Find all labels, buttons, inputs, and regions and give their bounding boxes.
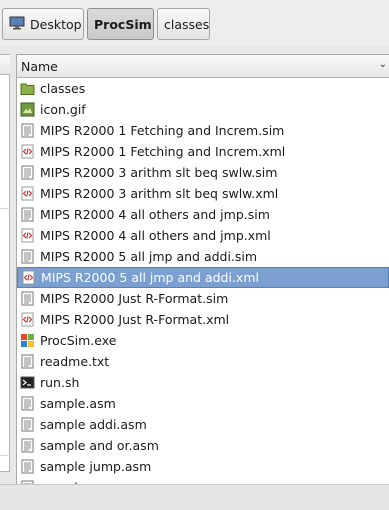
file-row[interactable]: MIPS R2000 5 all jmp and addi.sim	[17, 246, 389, 267]
sidebar-divider	[0, 208, 10, 209]
file-name: sample.asm	[40, 395, 116, 411]
file-name: readme.txt	[40, 353, 110, 369]
file-list[interactable]: Name ⌄ classes icon.gif MIPS R2000 1 Fetch…	[16, 54, 389, 484]
file-name: MIPS R2000 4 all others and jmp.sim	[40, 206, 270, 222]
sidebar-pane[interactable]	[0, 54, 10, 472]
terminal-icon	[20, 375, 35, 390]
folder-icon	[20, 81, 35, 96]
text-file-icon	[20, 417, 35, 432]
text-file-icon	[20, 459, 35, 474]
crumb-label: ProcSim	[94, 16, 152, 32]
file-row[interactable]: MIPS R2000 3 arithm slt beq swlw.sim	[17, 162, 389, 183]
sidebar-divider	[0, 455, 10, 456]
file-name: sample addi.asm	[40, 416, 147, 432]
file-row[interactable]: MIPS R2000 4 all others and jmp.xml	[17, 225, 389, 246]
crumb-desktop[interactable]: Desktop	[2, 8, 84, 40]
text-file-icon	[20, 207, 35, 222]
file-name: MIPS R2000 1 Fetching and Increm.xml	[40, 143, 286, 159]
text-file-icon	[20, 354, 35, 369]
file-row[interactable]: ProcSim.exe	[17, 330, 389, 351]
xml-file-icon	[21, 270, 36, 285]
file-row[interactable]: MIPS R2000 5 all jmp and addi.xml	[17, 267, 389, 288]
file-name: classes	[40, 80, 86, 96]
file-row[interactable]: MIPS R2000 1 Fetching and Increm.xml	[17, 141, 389, 162]
text-file-icon	[20, 123, 35, 138]
file-row[interactable]: sample ...	[17, 477, 389, 484]
file-name: MIPS R2000 5 all jmp and addi.xml	[41, 270, 259, 285]
file-name: MIPS R2000 Just R-Format.xml	[40, 311, 230, 327]
file-row[interactable]: icon.gif	[17, 99, 389, 120]
file-name: sample jump.asm	[40, 458, 152, 474]
text-file-icon	[20, 249, 35, 264]
xml-file-icon	[20, 144, 35, 159]
text-file-icon	[20, 438, 35, 453]
file-name: ProcSim.exe	[40, 332, 117, 348]
file-row[interactable]: run.sh	[17, 372, 389, 393]
xml-file-icon	[20, 186, 35, 201]
column-header-label: Name	[21, 58, 58, 74]
sort-descending-icon: ⌄	[378, 59, 387, 70]
file-row[interactable]: readme.txt	[17, 351, 389, 372]
crumb-classes[interactable]: classes	[157, 8, 210, 40]
crumb-procsim[interactable]: ProcSim	[87, 8, 154, 40]
file-row[interactable]: sample jump.asm	[17, 456, 389, 477]
desktop-icon	[9, 16, 25, 33]
file-row[interactable]: sample.asm	[17, 393, 389, 414]
file-row[interactable]: MIPS R2000 3 arithm slt beq swlw.xml	[17, 183, 389, 204]
sidebar-header	[0, 55, 10, 75]
text-file-icon	[20, 165, 35, 180]
file-rows: classes icon.gif MIPS R2000 1 Fetching and…	[17, 78, 389, 484]
exe-icon	[20, 333, 35, 348]
file-name: MIPS R2000 4 all others and jmp.xml	[40, 227, 271, 243]
file-name: MIPS R2000 3 arithm slt beq swlw.sim	[40, 164, 278, 180]
file-name: MIPS R2000 3 arithm slt beq swlw.xml	[40, 185, 279, 201]
xml-file-icon	[20, 228, 35, 243]
file-row[interactable]: sample and or.asm	[17, 435, 389, 456]
file-row[interactable]: MIPS R2000 Just R-Format.xml	[17, 309, 389, 330]
crumb-label: Desktop	[30, 16, 82, 32]
file-name: run.sh	[40, 374, 80, 390]
path-bar: Desktop ProcSim classes	[0, 0, 389, 46]
file-row[interactable]: MIPS R2000 4 all others and jmp.sim	[17, 204, 389, 225]
xml-file-icon	[20, 312, 35, 327]
text-file-icon	[20, 291, 35, 306]
column-header-name[interactable]: Name ⌄	[17, 55, 389, 78]
status-bar	[0, 484, 389, 510]
file-name: MIPS R2000 1 Fetching and Increm.sim	[40, 122, 285, 138]
file-row[interactable]: classes	[17, 78, 389, 99]
text-file-icon	[20, 396, 35, 411]
image-icon	[20, 102, 35, 117]
crumb-label: classes	[164, 16, 210, 32]
file-row[interactable]: MIPS R2000 1 Fetching and Increm.sim	[17, 120, 389, 141]
file-name: icon.gif	[40, 101, 86, 117]
file-name: MIPS R2000 Just R-Format.sim	[40, 290, 229, 306]
file-name: sample and or.asm	[40, 437, 159, 453]
file-row[interactable]: MIPS R2000 Just R-Format.sim	[17, 288, 389, 309]
file-row[interactable]: sample addi.asm	[17, 414, 389, 435]
file-name: MIPS R2000 5 all jmp and addi.sim	[40, 248, 258, 264]
